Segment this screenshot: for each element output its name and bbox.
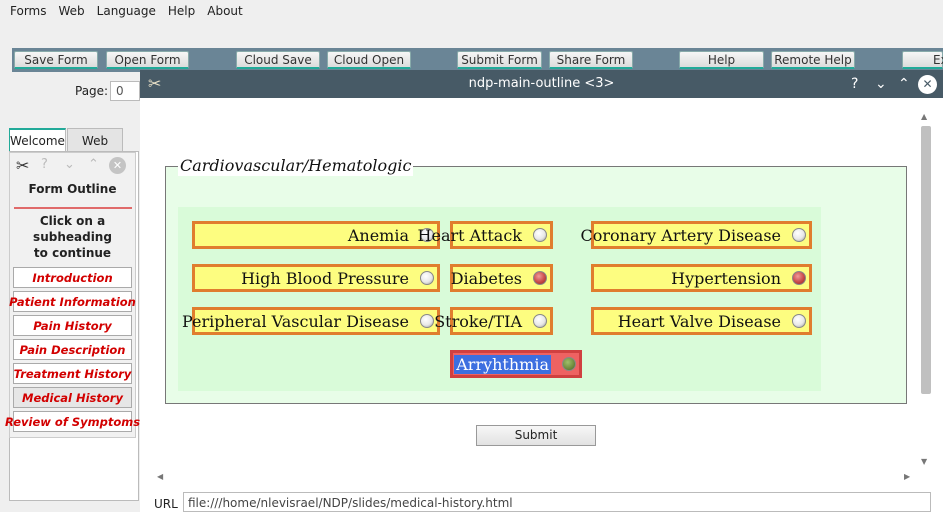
outline-item-introduction[interactable]: Introduction xyxy=(13,267,132,288)
share-form-button[interactable]: Share Form xyxy=(549,51,633,69)
menu-help[interactable]: Help xyxy=(162,4,201,18)
menu-web[interactable]: Web xyxy=(52,4,90,18)
condition-stroke-tia[interactable]: Stroke/TIA xyxy=(434,307,553,335)
minimize-icon[interactable]: ⌄ xyxy=(64,158,75,172)
condition-hypertension[interactable]: Hypertension xyxy=(591,264,812,292)
vertical-scrollbar[interactable]: ▲ ▼ xyxy=(920,112,932,466)
condition-anemia[interactable]: Anemia xyxy=(192,221,440,249)
window-title-bar[interactable]: ✂ ndp-main-outline <3> ? ⌄ ⌃ ✕ xyxy=(140,70,943,98)
outline-item-pain-history[interactable]: Pain History xyxy=(13,315,132,336)
main-window: ✂ ndp-main-outline <3> ? ⌄ ⌃ ✕ Cardiovas… xyxy=(140,70,943,512)
scroll-right-icon[interactable]: ▶ xyxy=(904,472,910,481)
outline-item-pain-description[interactable]: Pain Description xyxy=(13,339,132,360)
radio-icon[interactable] xyxy=(792,314,806,328)
condition-label: Coronary Artery Disease xyxy=(580,225,782,245)
condition-peripheral-vascular-disease[interactable]: Peripheral Vascular Disease xyxy=(182,307,440,335)
outline-title: Form Outline xyxy=(28,182,117,196)
condition-high-blood-pressure[interactable]: High Blood Pressure xyxy=(192,264,440,292)
condition-label: Heart Attack xyxy=(417,225,522,245)
close-icon[interactable]: ✕ xyxy=(109,157,126,174)
condition-coronary-artery-disease[interactable]: Coronary Artery Disease xyxy=(581,221,812,249)
condition-label: Peripheral Vascular Disease xyxy=(181,311,409,331)
instruction-line: subheading xyxy=(33,230,112,244)
cloud-open-button[interactable]: Cloud Open xyxy=(327,51,411,69)
scroll-left-icon[interactable]: ◀ xyxy=(157,472,163,481)
tab-welcome[interactable]: Welcome xyxy=(9,128,66,152)
save-form-button[interactable]: Save Form xyxy=(14,51,98,69)
radio-checked-icon[interactable] xyxy=(533,271,547,285)
close-icon[interactable]: ✕ xyxy=(918,75,937,94)
app-logo-icon: ✂ xyxy=(16,156,30,175)
condition-label: Stroke/TIA xyxy=(434,311,522,331)
radio-icon[interactable] xyxy=(562,357,576,371)
condition-label: Anemia xyxy=(347,225,409,245)
outline-item-medical-history[interactable]: Medical History xyxy=(13,387,132,408)
url-label: URL xyxy=(154,497,178,511)
condition-arryhthmia[interactable]: Arryhthmia xyxy=(450,350,582,378)
outline-item-treatment-history[interactable]: Treatment History xyxy=(13,363,132,384)
divider xyxy=(14,207,132,209)
open-form-button[interactable]: Open Form xyxy=(106,51,189,69)
outline-header: ✂ ? ⌄ ⌃ ✕ xyxy=(10,153,135,179)
condition-diabetes[interactable]: Diabetes xyxy=(450,264,553,292)
condition-label: Diabetes xyxy=(450,268,522,288)
menu-about[interactable]: About xyxy=(201,4,248,18)
condition-heart-attack[interactable]: Heart Attack xyxy=(418,221,553,249)
condition-label: Heart Valve Disease xyxy=(617,311,781,331)
instruction-line: Click on a xyxy=(39,214,106,228)
radio-icon[interactable] xyxy=(792,228,806,242)
help-button[interactable]: Help xyxy=(679,51,764,69)
help-icon[interactable]: ? xyxy=(41,158,48,172)
condition-label: High Blood Pressure xyxy=(241,268,409,288)
menu-language[interactable]: Language xyxy=(91,4,162,18)
condition-heart-valve-disease[interactable]: Heart Valve Disease xyxy=(591,307,812,335)
remote-help-button[interactable]: Remote Help xyxy=(771,51,855,69)
scroll-up-icon[interactable]: ▲ xyxy=(921,112,927,121)
radio-icon[interactable] xyxy=(420,271,434,285)
window-title: ndp-main-outline <3> xyxy=(468,76,615,91)
outline-instructions: Click on a subheading to continue xyxy=(10,213,135,261)
section-title: Cardiovascular/Hematologic xyxy=(178,156,414,176)
horizontal-scrollbar[interactable]: ◀ ▶ xyxy=(154,472,918,484)
radio-icon[interactable] xyxy=(533,314,547,328)
exit-button[interactable]: Ex xyxy=(902,51,943,69)
outline-item-patient-information[interactable]: Patient Information xyxy=(9,291,136,312)
help-icon[interactable]: ? xyxy=(851,75,858,93)
instruction-line: to continue xyxy=(33,246,112,260)
tab-web[interactable]: Web xyxy=(67,128,123,152)
menu-forms[interactable]: Forms xyxy=(4,4,52,18)
menu-bar: Forms Web Language Help About xyxy=(0,0,943,22)
minimize-icon[interactable]: ⌄ xyxy=(875,75,887,93)
outline-item-review-of-symptoms[interactable]: Review of Symptoms xyxy=(5,411,140,432)
radio-checked-icon[interactable] xyxy=(792,271,806,285)
page-label: Page: xyxy=(75,84,109,98)
page-input[interactable]: 0 xyxy=(110,81,140,101)
radio-icon[interactable] xyxy=(533,228,547,242)
radio-icon[interactable] xyxy=(420,314,434,328)
url-input[interactable]: file:///home/nlevisrael/NDP/slides/medic… xyxy=(183,492,931,512)
scrollbar-thumb[interactable] xyxy=(921,126,931,394)
scroll-down-icon[interactable]: ▼ xyxy=(921,457,927,466)
submit-form-button[interactable]: Submit Form xyxy=(457,51,542,69)
condition-label: Arryhthmia xyxy=(454,354,551,374)
submit-button[interactable]: Submit xyxy=(476,425,596,446)
form-outline-panel: ✂ ? ⌄ ⌃ ✕ Form Outline Click on a subhea… xyxy=(5,152,140,438)
maximize-icon[interactable]: ⌃ xyxy=(88,158,99,172)
maximize-icon[interactable]: ⌃ xyxy=(898,75,910,93)
condition-label: Hypertension xyxy=(671,268,781,288)
cloud-save-button[interactable]: Cloud Save xyxy=(236,51,320,69)
